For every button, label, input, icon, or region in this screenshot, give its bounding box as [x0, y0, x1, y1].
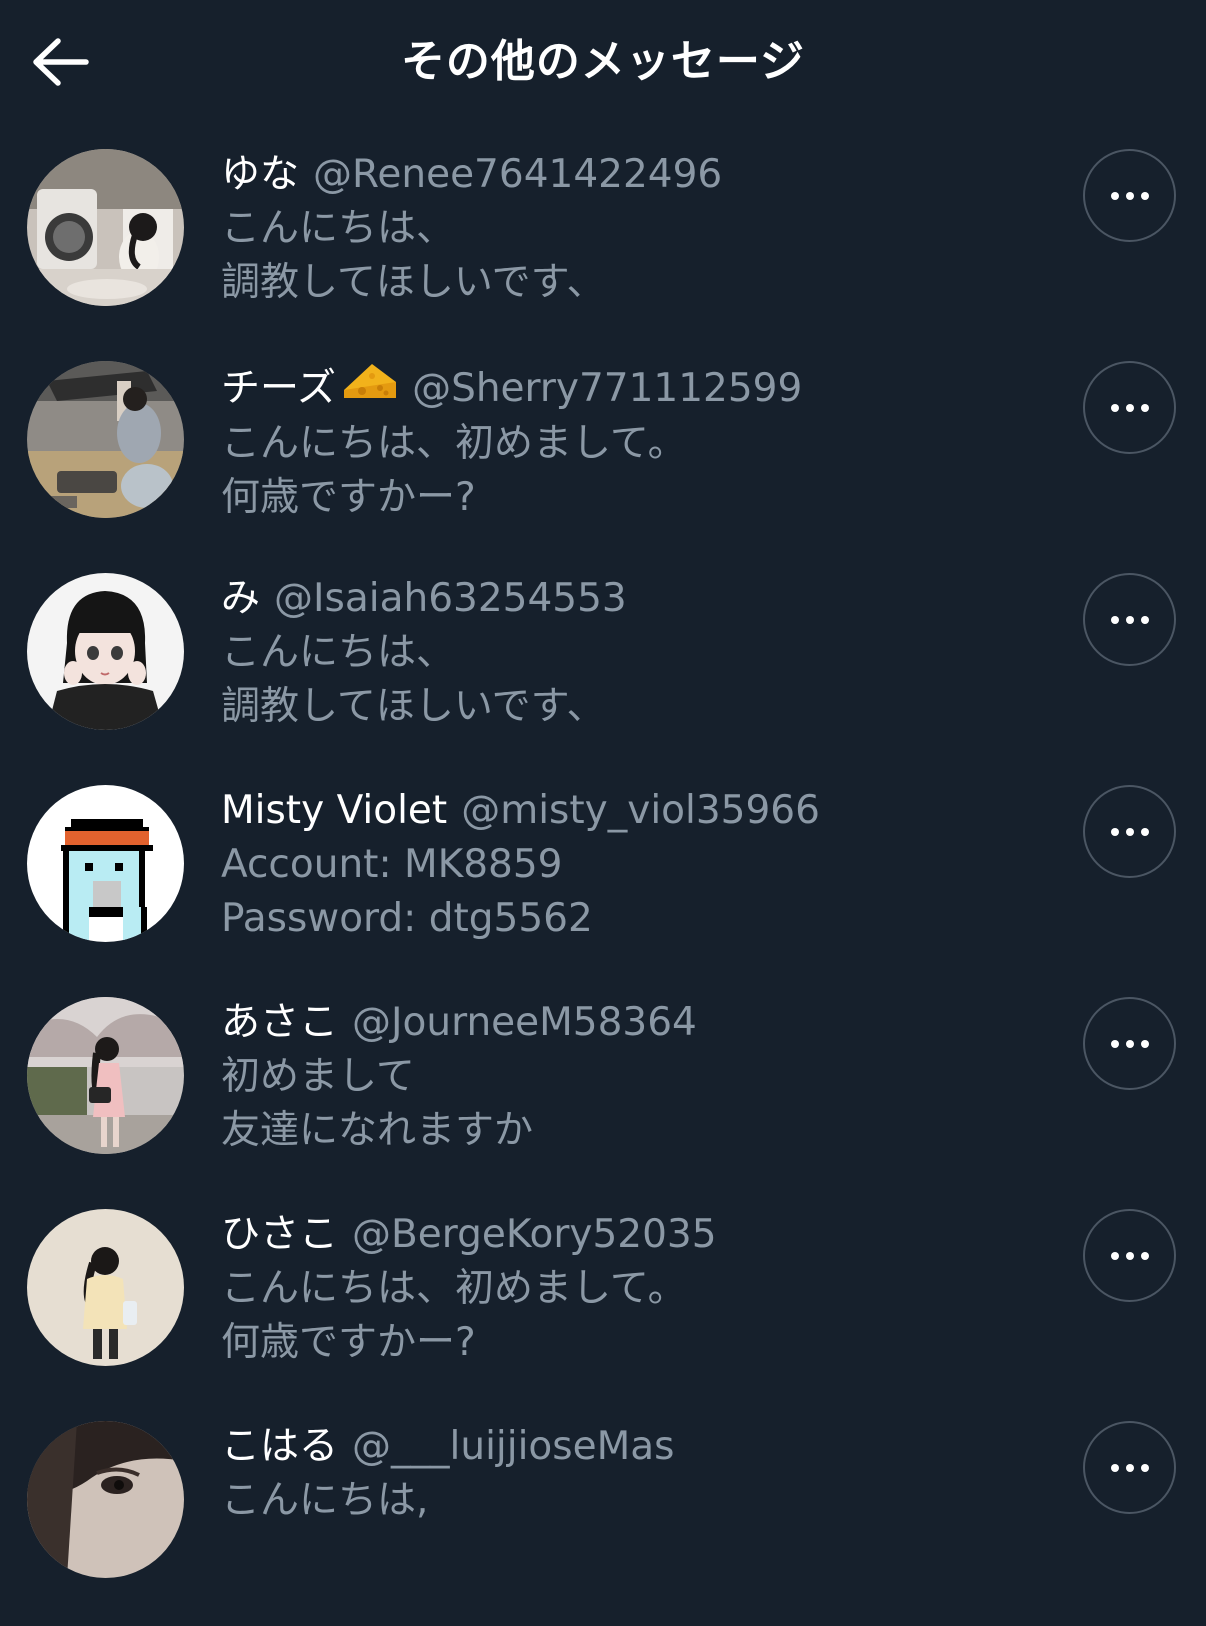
sender-handle: @BergeKory52035: [352, 1212, 717, 1257]
photo-avatar-icon: [27, 149, 184, 306]
more-options-button[interactable]: [1083, 149, 1176, 242]
message-preview-line: こんにちは、: [221, 206, 456, 251]
pixel-art-avatar-icon: [27, 785, 184, 942]
sender-line: Misty Violet @misty_viol35966: [221, 784, 1041, 838]
conversation-texts: み @Isaiah63254553 こんにちは、 調教してほしいです、: [221, 572, 1041, 734]
sender-handle: @misty_viol35966: [461, 788, 820, 833]
sender-handle: @Renee7641422496: [313, 152, 723, 197]
conversation-row[interactable]: み @Isaiah63254553 こんにちは、 調教してほしいです、: [0, 566, 1206, 778]
sender-handle: @JourneeM58364: [352, 1000, 697, 1045]
photo-avatar-icon: [27, 1421, 184, 1578]
sender-line: ひさこ @BergeKory52035: [221, 1208, 1041, 1262]
more-horizontal-icon: [1110, 1463, 1149, 1472]
conversation-row[interactable]: あさこ @JourneeM58364 初めまして 友達になれますか: [0, 990, 1206, 1202]
page-title: その他のメッセージ: [400, 36, 806, 87]
conversation-texts: Misty Violet @misty_viol35966 Account: M…: [221, 784, 1041, 946]
photo-avatar-icon: [27, 1209, 184, 1366]
more-horizontal-icon: [1110, 615, 1149, 624]
avatar[interactable]: [27, 997, 184, 1154]
avatar[interactable]: [27, 1209, 184, 1366]
sender-line: み @Isaiah63254553: [221, 572, 1041, 626]
sender-name: チーズ: [221, 365, 337, 411]
message-preview-line: 何歳ですかー?: [221, 1320, 476, 1365]
message-preview-line: 何歳ですかー?: [221, 475, 476, 520]
avatar[interactable]: [27, 785, 184, 942]
conversation-texts: チーズ @Sherry771112599 こんにちは、初めまして。 何歳ですかー…: [221, 360, 1041, 525]
conversation-row[interactable]: チーズ @Sherry771112599 こんにちは、初めまして。 何歳ですかー…: [0, 354, 1206, 566]
more-horizontal-icon: [1110, 403, 1149, 412]
sender-name: ゆな: [221, 152, 300, 197]
sender-line: こはる @___luijjioseMas: [221, 1420, 1041, 1474]
message-preview-line: こんにちは、: [221, 630, 456, 675]
more-options-button[interactable]: [1083, 1209, 1176, 1302]
more-horizontal-icon: [1110, 191, 1149, 200]
more-options-button[interactable]: [1083, 573, 1176, 666]
sender-handle: @Sherry771112599: [412, 365, 803, 411]
sender-handle: @Isaiah63254553: [274, 576, 627, 621]
message-preview-line: こんにちは,: [221, 1478, 429, 1523]
cheese-emoji-icon: [342, 360, 398, 417]
message-preview-line: 初めまして: [221, 1054, 415, 1099]
message-preview-line: 調教してほしいです、: [221, 260, 606, 305]
more-horizontal-icon: [1110, 1251, 1149, 1260]
conversation-texts: こはる @___luijjioseMas こんにちは,: [221, 1420, 1041, 1528]
sender-name: あさこ: [221, 1000, 339, 1045]
more-options-button[interactable]: [1083, 785, 1176, 878]
more-horizontal-icon: [1110, 1039, 1149, 1048]
avatar[interactable]: [27, 361, 184, 518]
more-horizontal-icon: [1110, 827, 1149, 836]
more-options-button[interactable]: [1083, 361, 1176, 454]
photo-avatar-icon: [27, 997, 184, 1154]
illustration-avatar-icon: [27, 573, 184, 730]
conversation-texts: ひさこ @BergeKory52035 こんにちは、初めまして。 何歳ですかー?: [221, 1208, 1041, 1370]
sender-line: ゆな @Renee7641422496: [221, 148, 1041, 202]
message-preview-line: こんにちは、初めまして。: [221, 421, 687, 466]
message-preview-line: 調教してほしいです、: [221, 684, 606, 729]
conversation-row[interactable]: ひさこ @BergeKory52035 こんにちは、初めまして。 何歳ですかー?: [0, 1202, 1206, 1414]
sender-name: こはる: [221, 1424, 339, 1469]
sender-line: あさこ @JourneeM58364: [221, 996, 1041, 1050]
header: その他のメッセージ: [0, 0, 1206, 128]
sender-name: ひさこ: [221, 1212, 339, 1257]
conversation-texts: ゆな @Renee7641422496 こんにちは、 調教してほしいです、: [221, 148, 1041, 310]
more-options-button[interactable]: [1083, 1421, 1176, 1514]
sender-name: み: [221, 576, 261, 621]
sender-handle: @___luijjioseMas: [352, 1424, 675, 1469]
sender-name: Misty Violet: [221, 788, 448, 833]
conversation-row[interactable]: Misty Violet @misty_viol35966 Account: M…: [0, 778, 1206, 990]
message-preview-line: Password: dtg5562: [221, 896, 593, 941]
message-preview-line: 友達になれますか: [221, 1108, 534, 1153]
sender-line: チーズ @Sherry771112599: [221, 360, 1041, 417]
conversation-row[interactable]: こはる @___luijjioseMas こんにちは,: [0, 1414, 1206, 1626]
conversation-texts: あさこ @JourneeM58364 初めまして 友達になれますか: [221, 996, 1041, 1158]
message-preview-line: こんにちは、初めまして。: [221, 1266, 687, 1311]
message-request-list: ゆな @Renee7641422496 こんにちは、 調教してほしいです、 チー…: [0, 142, 1206, 1626]
message-preview-line: Account: MK8859: [221, 842, 563, 887]
more-options-button[interactable]: [1083, 997, 1176, 1090]
photo-avatar-icon: [27, 361, 184, 518]
avatar[interactable]: [27, 149, 184, 306]
avatar[interactable]: [27, 573, 184, 730]
avatar[interactable]: [27, 1421, 184, 1578]
conversation-row[interactable]: ゆな @Renee7641422496 こんにちは、 調教してほしいです、: [0, 142, 1206, 354]
